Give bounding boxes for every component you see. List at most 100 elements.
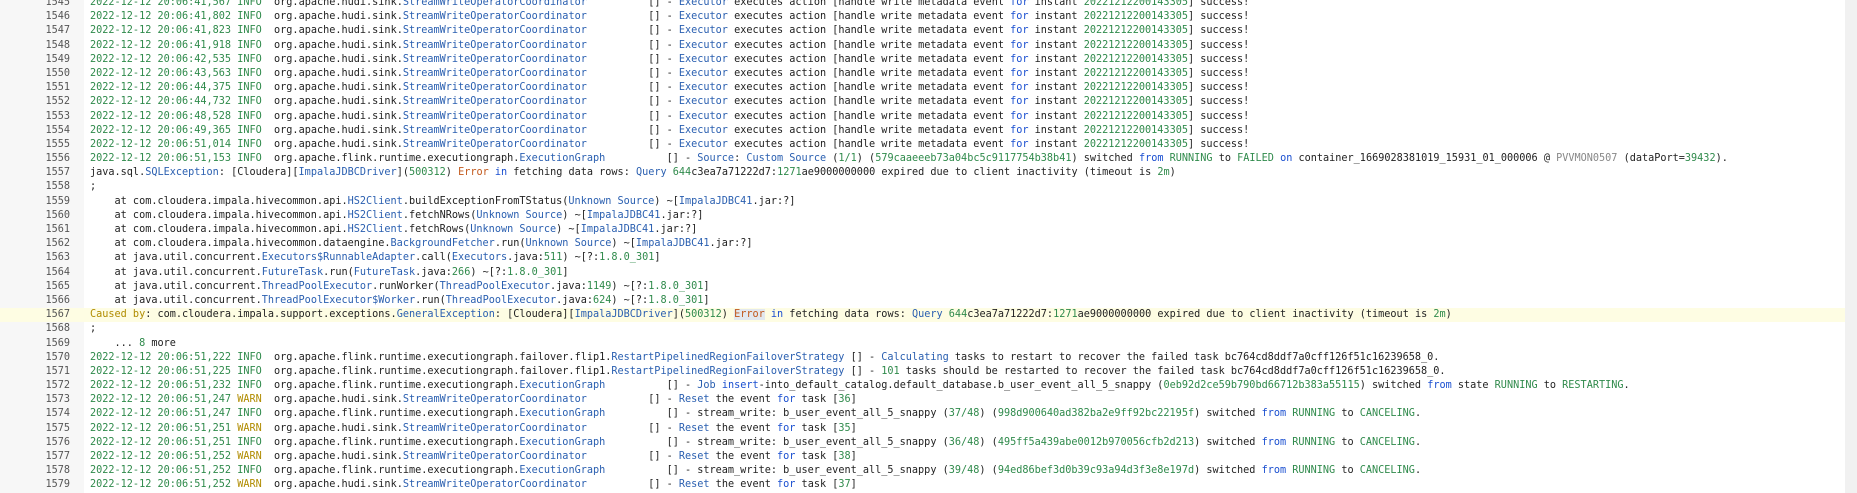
line-number: 1571	[45, 365, 70, 377]
log-token: 0eb92d2ce59b790bd66712b383a55115	[1163, 380, 1360, 392]
log-token: more	[145, 337, 176, 349]
log-token: 2022-12-12 20:06:42,535	[90, 53, 232, 65]
log-token: )	[1169, 167, 1176, 179]
log-token: Calculating	[881, 351, 949, 363]
log-token: .jar:?]	[654, 224, 698, 235]
log-token: RUNNING	[1292, 465, 1336, 477]
log-token: StreamWriteOperatorCoordinator	[402, 479, 587, 491]
line-number: 1551	[45, 82, 70, 94]
log-token: [] -	[586, 11, 679, 23]
log-token: 624	[592, 294, 612, 306]
line-number: 1548	[45, 39, 70, 51]
log-token: ]	[850, 422, 857, 434]
log-text: at java.util.concurrent.Executors$Runnab…	[90, 251, 661, 265]
log-line: 1556 2022-12-12 20:06:51,153 INFO org.apa…	[0, 152, 1857, 166]
log-token: to	[1335, 436, 1360, 448]
log-token: ) (	[979, 408, 998, 420]
vertical-scrollbar[interactable]	[1845, 0, 1857, 493]
log-token: RUNNING	[1494, 380, 1538, 392]
log-token: 36/48	[948, 436, 980, 448]
log-text: at com.cloudera.impala.hivecommon.api.HS…	[90, 195, 796, 209]
log-token: StreamWriteOperatorCoordinator	[402, 138, 587, 150]
log-token: 20221212200143305	[1083, 67, 1188, 79]
log-line: 1578 2022-12-12 20:06:51,252 INFO org.apa…	[0, 464, 1857, 478]
log-token: ...	[90, 337, 140, 349]
log-token: at com.cloudera.impala.hivecommon.api.	[90, 224, 348, 235]
log-token: org.apache.hudi.sink.	[261, 422, 403, 434]
log-token: [] -	[586, 53, 679, 65]
log-token: on	[1280, 153, 1293, 165]
log-token: ] success!	[1187, 82, 1250, 94]
log-token: to	[1335, 465, 1360, 477]
log-token: ] success!	[1187, 110, 1250, 122]
log-token: container_1669028381019_15931_01_000006 …	[1292, 153, 1557, 165]
log-token: 2022-12-12 20:06:41,918	[90, 39, 232, 51]
log-token: StreamWriteOperatorCoordinator	[402, 110, 587, 122]
log-token: for	[1010, 39, 1029, 51]
log-token: 2022-12-12 20:06:48,528	[90, 110, 232, 122]
log-line: 1561 at com.cloudera.impala.hivecommon.a…	[0, 223, 1857, 237]
log-token: 2022-12-12 20:06:51,225	[90, 365, 232, 377]
log-token: StreamWriteOperatorCoordinator	[402, 82, 587, 94]
log-token: StreamWriteOperatorCoordinator	[402, 124, 587, 136]
log-token: 500312	[408, 167, 446, 179]
line-number: 1564	[45, 266, 70, 278]
log-text: 2022-12-12 20:06:44,732 INFO org.apache.…	[90, 95, 1249, 109]
log-token: 2022-12-12 20:06:51,251	[90, 436, 232, 448]
log-token: 35	[838, 422, 851, 434]
log-token: the event	[709, 479, 778, 491]
log-token: 20221212200143305	[1083, 11, 1188, 23]
log-text: ;	[90, 180, 96, 194]
log-token: Executor	[678, 82, 728, 94]
line-number: 1550	[45, 67, 70, 79]
log-line: 1579 2022-12-12 20:06:51,252 WARN org.apa…	[0, 478, 1857, 492]
log-token: ] success!	[1187, 39, 1250, 51]
log-token: ](	[672, 309, 685, 321]
log-token: ExecutionGraph	[519, 380, 606, 392]
log-token: instant	[1028, 138, 1084, 150]
log-token: ExecutionGraph	[519, 408, 606, 420]
log-token: 2022-12-12 20:06:44,375	[90, 82, 232, 94]
log-text: 2022-12-12 20:06:42,535 INFO org.apache.…	[90, 53, 1249, 67]
log-token: executes action [handle write metadata e…	[727, 124, 1011, 136]
log-token: 20221212200143305	[1083, 82, 1188, 94]
log-text: at com.cloudera.impala.hivecommon.dataen…	[90, 237, 753, 251]
log-token: executes action [handle write metadata e…	[727, 39, 1011, 51]
log-line: 1568;	[0, 322, 1857, 336]
log-token: FutureTask	[261, 266, 324, 278]
log-token: StreamWriteOperatorCoordinator	[402, 53, 587, 65]
log-text: java.sql.SQLException: [Cloudera][Impala…	[90, 166, 1176, 180]
log-token: StreamWriteOperatorCoordinator	[402, 451, 587, 462]
log-token: Executor	[678, 11, 728, 23]
log-text: 2022-12-12 20:06:48,528 INFO org.apache.…	[90, 110, 1249, 124]
log-line: 1553 2022-12-12 20:06:48,528 INFO org.apa…	[0, 110, 1857, 124]
log-token: Executor	[678, 25, 728, 37]
log-token: StreamWriteOperatorCoordinator	[402, 96, 587, 108]
log-text: 2022-12-12 20:06:51,247 WARN org.apache.…	[90, 393, 857, 407]
log-token: ]	[850, 394, 857, 406]
log-token: Error	[458, 167, 489, 179]
log-token: WARN	[237, 394, 262, 406]
log-text: 2022-12-12 20:06:51,225 INFO org.apache.…	[90, 365, 1446, 379]
line-number: 1559	[45, 195, 70, 207]
log-token: 2022-12-12 20:06:51,252	[90, 465, 232, 477]
log-token: .jar:?]	[752, 195, 796, 207]
log-token: INFO	[237, 408, 262, 420]
log-token: Job	[697, 380, 716, 392]
log-token: ] success!	[1187, 25, 1250, 37]
log-token: task [	[795, 422, 839, 434]
log-token: INFO	[237, 0, 262, 8]
log-token: RUNNING	[1169, 153, 1213, 165]
log-token: ;	[90, 323, 97, 335]
log-token: org.apache.hudi.sink.	[261, 451, 403, 462]
log-token: ) ~[?:	[611, 280, 649, 292]
log-text: at java.util.concurrent.FutureTask.run(F…	[90, 266, 569, 280]
log-token: ) ~[	[562, 209, 587, 221]
log-viewer[interactable]: 1545 2022-12-12 20:06:41,567 INFO org.apa…	[0, 0, 1857, 493]
log-token: )	[1445, 309, 1452, 321]
log-line: 1576 2022-12-12 20:06:51,251 INFO org.apa…	[0, 436, 1857, 450]
log-token: Executors	[451, 252, 508, 264]
log-text: 2022-12-12 20:06:51,247 INFO org.apache.…	[90, 407, 1421, 421]
log-token: .java:	[415, 266, 452, 278]
log-token: 101	[881, 365, 900, 377]
